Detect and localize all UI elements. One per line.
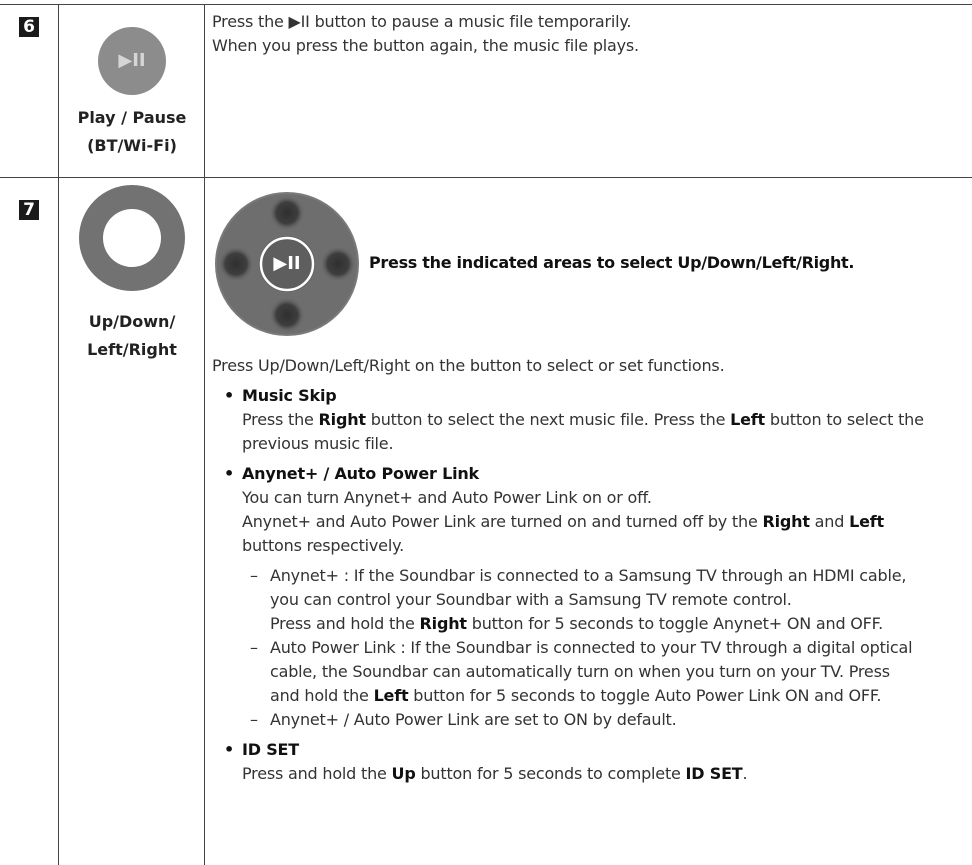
bullet-id-set: ID SET [212, 738, 968, 762]
caption-line: (BT/Wi-Fi) [87, 136, 177, 155]
text-run: button to select the [764, 410, 924, 429]
text-run: Press and hold the [242, 764, 392, 783]
bold-run: Left [849, 512, 884, 531]
dash-line: Anynet+ / Auto Power Link are set to ON … [270, 710, 677, 729]
bold-run: Left [730, 410, 765, 429]
caption-line: Left/Right [87, 340, 177, 359]
table-top-rule [0, 4, 972, 5]
table-row-divider [0, 177, 972, 178]
dash-line: Auto Power Link : If the Soundbar is con… [270, 638, 913, 657]
bold-run: Right [762, 512, 810, 531]
bullet-music-skip: Music Skip [212, 384, 968, 408]
dpad-center-icon: ▶II [273, 253, 301, 274]
row-number-badge: 6 [19, 17, 39, 37]
dash-line: Anynet+ : If the Soundbar is connected t… [270, 566, 907, 585]
text-run: Anynet+ and Auto Power Link are turned o… [242, 512, 763, 531]
play-pause-button: ▶II [98, 27, 166, 95]
dpad-illustration: ▶II [214, 191, 360, 337]
bold-run: Left [373, 686, 409, 705]
dpad-caption: Up/Down/ Left/Right [62, 308, 202, 364]
desc-line: Press the ▶II button to pause a music fi… [212, 12, 632, 31]
play-pause-caption: Play / Pause (BT/Wi-Fi) [62, 104, 202, 160]
text-run: button for 5 seconds to toggle Anynet+ O… [466, 614, 883, 633]
text-run: Press the [242, 410, 319, 429]
play-pause-description: Press the ▶II button to pause a music fi… [212, 10, 962, 58]
dpad-headline: Press the indicated areas to select Up/D… [369, 253, 855, 272]
bold-run: ID SET [685, 764, 743, 783]
dash-line: you can control your Soundbar with a Sam… [270, 590, 792, 609]
column-divider-right [204, 4, 205, 865]
text-run: button for 5 seconds to toggle Auto Powe… [408, 686, 882, 705]
manual-page: 6 ▶II Play / Pause (BT/Wi-Fi) Press the … [0, 0, 972, 865]
text-run: button for 5 seconds to complete [415, 764, 686, 783]
play-pause-icon: ▶II [118, 50, 146, 71]
dash-line: Press and hold the Right button for 5 se… [270, 612, 968, 636]
dash-line: and hold the Left button for 5 seconds t… [270, 684, 968, 708]
intro-line: Press Up/Down/Left/Right on the button t… [212, 356, 725, 375]
column-divider-left [58, 4, 59, 865]
dash-line: cable, the Soundbar can automatically tu… [270, 662, 890, 681]
anynet-line: You can turn Anynet+ and Auto Power Link… [242, 488, 652, 507]
dpad-description: Press Up/Down/Left/Right on the button t… [212, 354, 968, 786]
text-run: and hold the [270, 686, 374, 705]
dpad-ring-center [103, 209, 161, 267]
dash-item-default: Anynet+ / Auto Power Link are set to ON … [212, 708, 968, 732]
bold-run: Up [391, 764, 416, 783]
dash-item-auto-power-link: Auto Power Link : If the Soundbar is con… [212, 636, 968, 708]
text-run: Press and hold the [270, 614, 420, 633]
row-number-badge: 7 [19, 200, 39, 220]
anynet-line: buttons respectively. [242, 536, 404, 555]
caption-line: Play / Pause [77, 108, 187, 127]
desc-line: When you press the button again, the mus… [212, 36, 639, 55]
id-set-line: Press and hold the Up button for 5 secon… [212, 762, 968, 786]
bold-run: Right [419, 614, 468, 633]
caption-line: Up/Down/ [88, 312, 176, 331]
text-run: and [809, 512, 850, 531]
dash-item-anynet: Anynet+ : If the Soundbar is connected t… [212, 564, 968, 636]
bold-run: Right [318, 410, 367, 429]
text-run: . [742, 764, 748, 783]
dpad-ring-button [79, 185, 185, 291]
music-skip-line: previous music file. [242, 434, 394, 453]
anynet-line: Anynet+ and Auto Power Link are turned o… [212, 510, 968, 534]
bullet-anynet: Anynet+ / Auto Power Link [212, 462, 968, 486]
music-skip-line: Press the Right button to select the nex… [212, 408, 968, 432]
text-run: button to select the next music file. Pr… [365, 410, 731, 429]
